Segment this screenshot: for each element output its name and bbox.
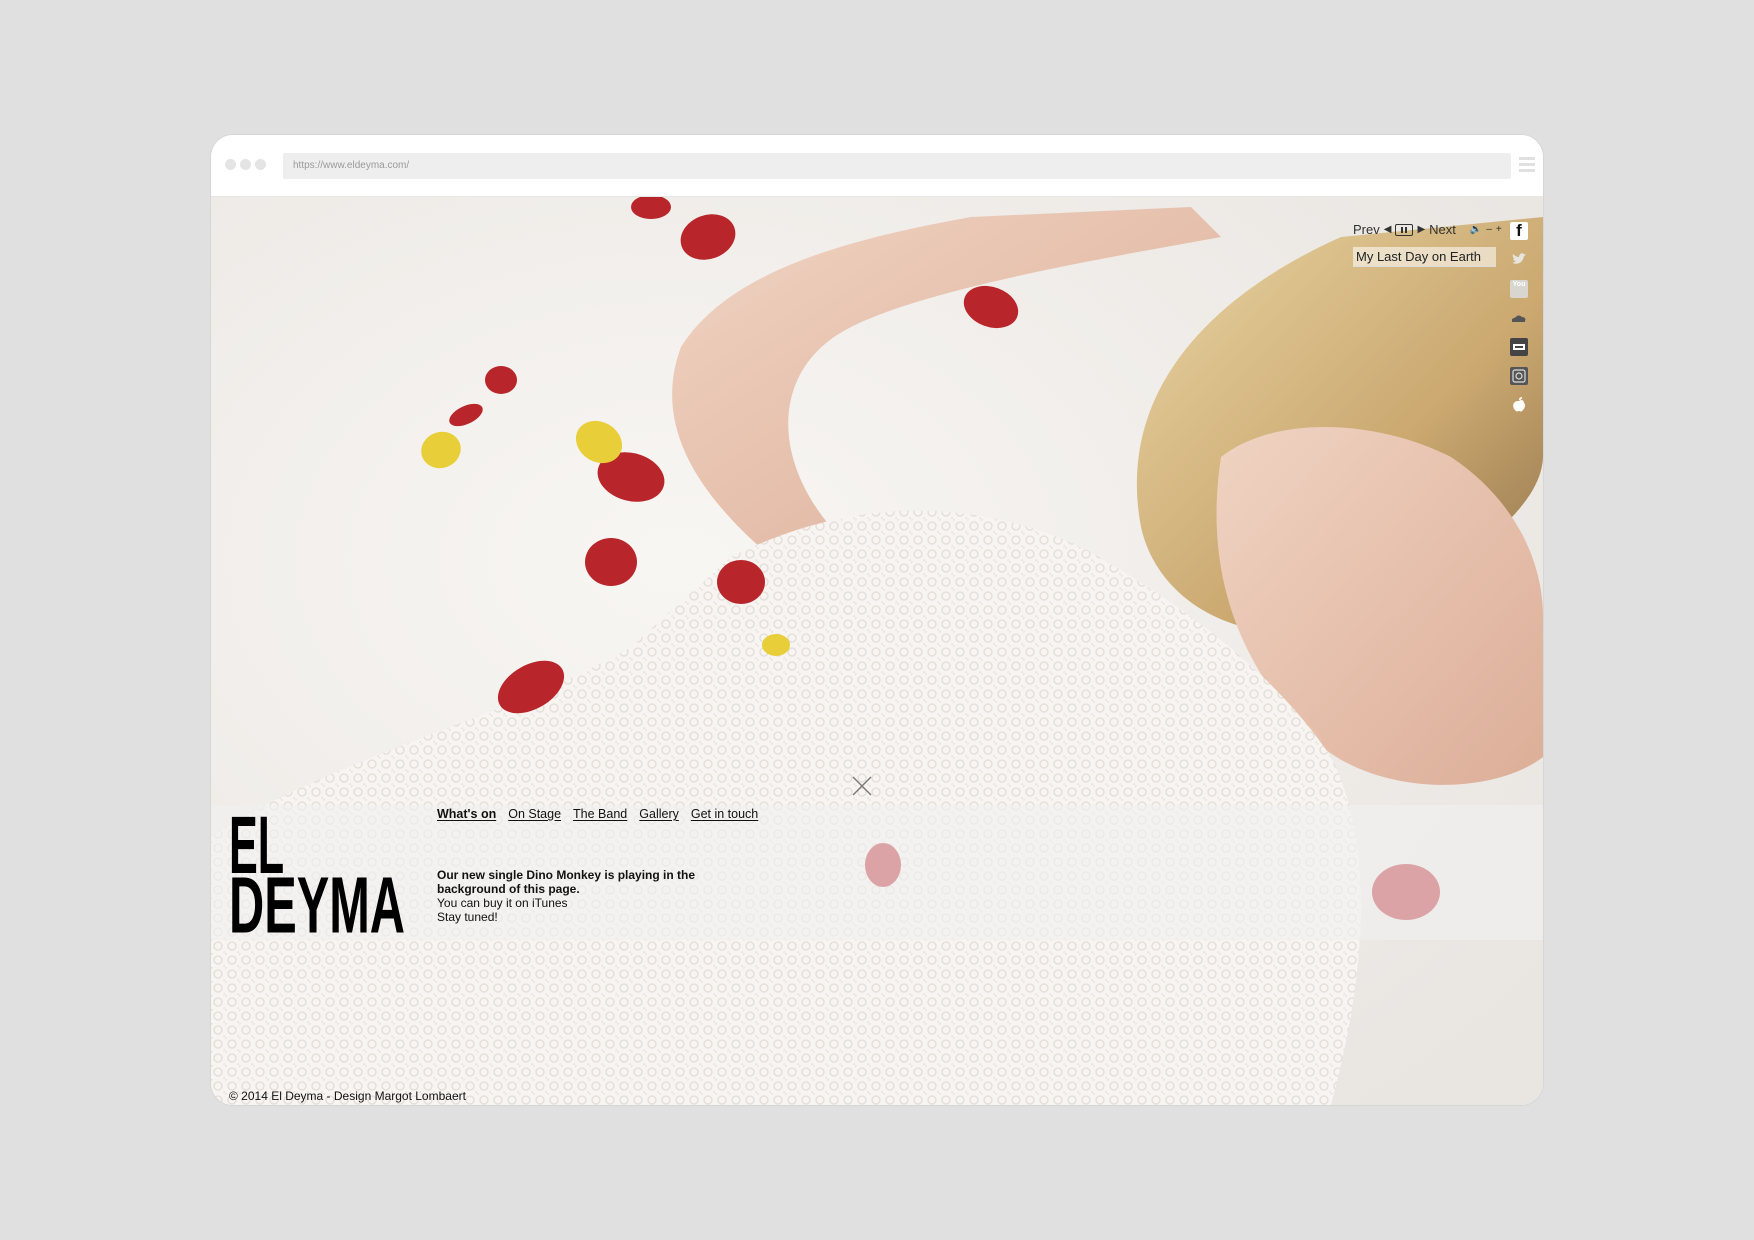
browser-window: https://www.eldeyma.com/ Prev ◀ ▶ Next 🔈… [211, 135, 1543, 1105]
footer-copyright: © 2014 El Deyma - Design Margot Lombaert [229, 1089, 466, 1103]
deezer-icon[interactable] [1510, 338, 1528, 356]
next-arrow-icon[interactable]: ▶ [1417, 224, 1425, 235]
close-icon[interactable] [851, 775, 873, 797]
news-itunes-line[interactable]: You can buy it on iTunes [437, 896, 717, 910]
nav-item-the-band[interactable]: The Band [573, 807, 627, 821]
apple-icon[interactable] [1510, 396, 1528, 414]
browser-chrome: https://www.eldeyma.com/ [211, 135, 1543, 197]
news-block: Our new single Dino Monkey is playing in… [437, 868, 717, 924]
speaker-icon: 🔈 [1469, 224, 1483, 235]
minimize-dot[interactable] [240, 159, 251, 170]
nav-item-whats-on[interactable]: What's on [437, 807, 496, 821]
hamburger-menu-icon[interactable] [1519, 157, 1535, 175]
pause-icon[interactable] [1395, 223, 1414, 236]
address-bar[interactable]: https://www.eldeyma.com/ [283, 153, 1511, 179]
volume-up-button[interactable]: + [1496, 224, 1502, 235]
page-viewport: Prev ◀ ▶ Next 🔈 – + My Last Day on Earth… [211, 197, 1543, 1105]
youtube-icon[interactable]: You [1510, 280, 1528, 298]
nav-item-get-in-touch[interactable]: Get in touch [691, 807, 758, 821]
twitter-icon[interactable] [1510, 251, 1528, 269]
nav-item-on-stage[interactable]: On Stage [508, 807, 561, 821]
background-photo [211, 197, 1543, 1105]
prev-arrow-icon[interactable]: ◀ [1384, 224, 1392, 235]
audio-player: Prev ◀ ▶ Next 🔈 – + [1353, 222, 1502, 237]
social-links: f You [1510, 222, 1528, 425]
window-controls [225, 159, 266, 170]
soundcloud-icon[interactable] [1510, 309, 1528, 327]
news-headline: Our new single Dino Monkey is playing in… [437, 868, 696, 896]
volume-down-button[interactable]: – [1486, 224, 1492, 235]
track-title: My Last Day on Earth [1353, 247, 1496, 267]
facebook-icon[interactable]: f [1510, 222, 1528, 240]
site-logo[interactable]: EL DEYMA [229, 808, 405, 940]
main-nav: What's on On Stage The Band Gallery Get … [437, 807, 758, 821]
prev-button[interactable]: Prev [1353, 222, 1380, 237]
logo-line2: DEYMA [229, 861, 405, 940]
maximize-dot[interactable] [255, 159, 266, 170]
news-stay-tuned: Stay tuned! [437, 910, 498, 924]
close-dot[interactable] [225, 159, 236, 170]
nav-item-gallery[interactable]: Gallery [639, 807, 679, 821]
instagram-icon[interactable] [1510, 367, 1528, 385]
info-band: EL DEYMA What's on On Stage The Band Gal… [211, 805, 1543, 940]
next-button[interactable]: Next [1429, 222, 1456, 237]
